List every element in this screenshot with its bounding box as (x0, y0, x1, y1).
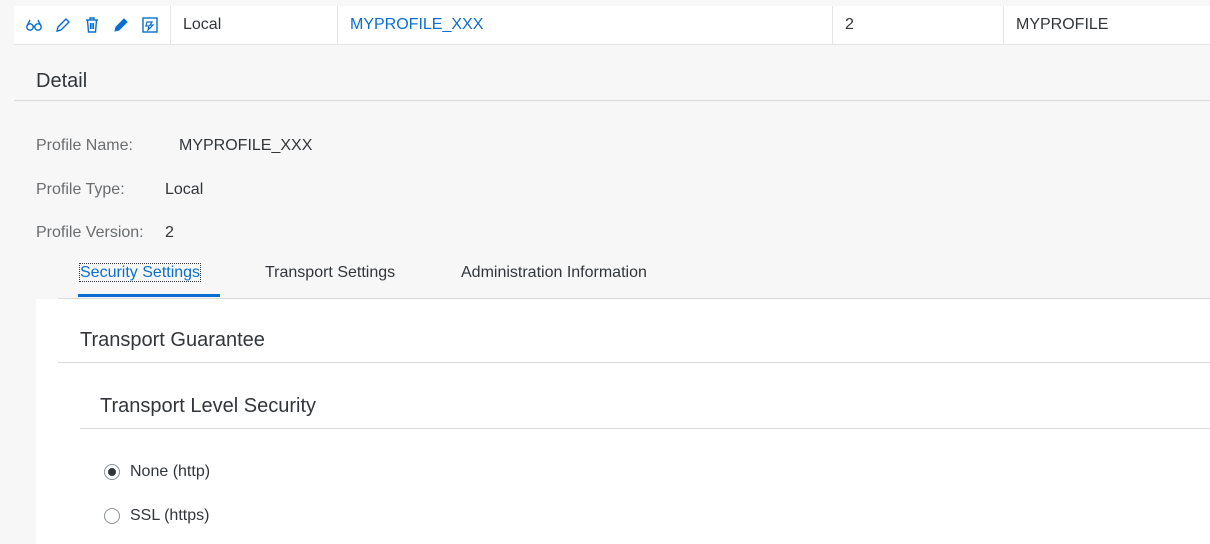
profile-version-label: Profile Version: (36, 224, 144, 241)
profile-version-value: 2 (165, 224, 174, 241)
profile-version-field: Profile Version: 2 (36, 224, 174, 242)
profile-type-label: Profile Type: (36, 181, 125, 198)
radio-label: SSL (https) (130, 507, 210, 524)
edit-icon[interactable] (109, 13, 133, 37)
transport-level-security-title: Transport Level Security (100, 395, 317, 417)
tab-administration-information[interactable]: Administration Information (461, 264, 647, 282)
radio-button[interactable] (104, 508, 120, 524)
display-icon[interactable] (22, 13, 46, 37)
profile-type-field: Profile Type: Local (36, 181, 203, 199)
edit-icon[interactable] (51, 13, 75, 37)
profile-type-cell: Local (171, 6, 338, 44)
detail-title: Detail (36, 70, 88, 92)
tab-label: Transport Settings (265, 264, 396, 281)
radio-ssl-https[interactable]: SSL (https) (104, 507, 209, 525)
radio-none-http[interactable]: None (http) (104, 463, 210, 481)
tab-label: Security Settings (78, 263, 202, 282)
page: Local MYPROFILE_XXX 2 MYPROFILE Detail P… (0, 0, 1210, 544)
security-settings-panel: Transport Guarantee Transport Level Secu… (36, 299, 1210, 544)
profile-name-value: MYPROFILE_XXX (179, 137, 313, 154)
row-actions (14, 6, 171, 44)
radio-button-checked[interactable] (104, 464, 120, 480)
profile-name-link[interactable]: MYPROFILE_XXX (338, 6, 833, 44)
tab-selected-indicator (78, 294, 220, 297)
profile-version-cell: 2 (833, 6, 1004, 44)
section-divider (58, 362, 1210, 363)
transport-icon[interactable] (138, 13, 162, 37)
table-row[interactable]: Local MYPROFILE_XXX 2 MYPROFILE (14, 6, 1210, 45)
profile-type-value: Local (165, 181, 204, 198)
subsection-divider (80, 428, 1210, 429)
tab-security-settings[interactable]: Security Settings (78, 263, 202, 282)
tab-transport-settings[interactable]: Transport Settings (265, 264, 395, 282)
profile-name-field: Profile Name: MYPROFILE_XXX (36, 137, 312, 155)
profile-name-label: Profile Name: (36, 137, 133, 154)
radio-label: None (http) (130, 463, 211, 480)
delete-icon[interactable] (80, 13, 104, 37)
detail-header: Detail (14, 58, 1210, 101)
profile-cell: MYPROFILE (1016, 16, 1109, 33)
tab-label: Administration Information (461, 264, 647, 281)
transport-guarantee-title: Transport Guarantee (80, 329, 265, 351)
tab-bar: Security Settings Transport Settings Adm… (58, 256, 1210, 299)
